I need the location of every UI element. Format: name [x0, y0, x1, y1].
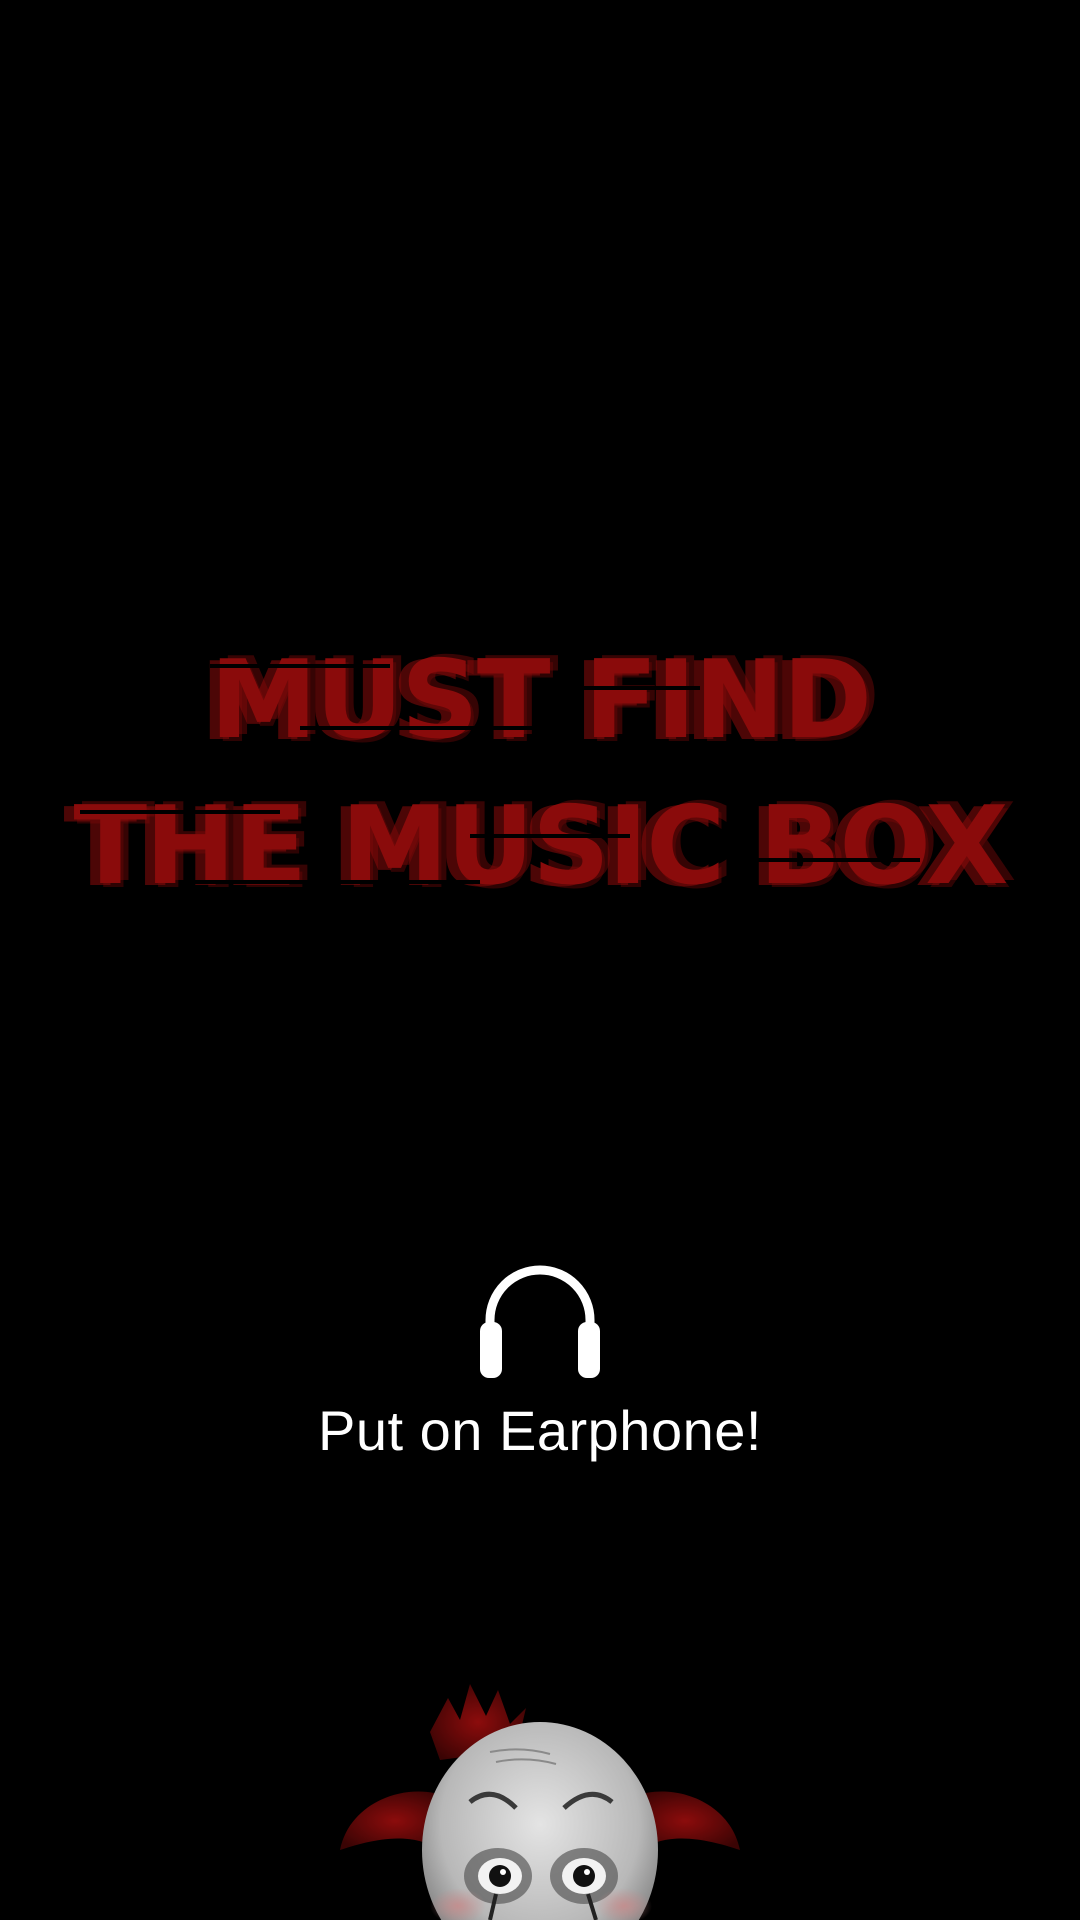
put-on-earphone-hint: Put on Earphone!	[318, 1399, 762, 1462]
game-title: MUST FIND THE MUSIC BOX	[0, 628, 1080, 920]
glitch-line	[560, 686, 700, 690]
headphone-icon	[480, 1265, 600, 1378]
glitch-line	[300, 726, 560, 730]
clown-face-image	[340, 1684, 740, 1920]
glitch-line	[740, 858, 920, 862]
title-line-1-text: MUST FIND	[209, 638, 872, 763]
glitch-line	[210, 664, 390, 668]
title-line-2: THE MUSIC BOX	[0, 774, 1080, 920]
game-screen: MUST FIND THE MUSIC BOX Put on Earphone!	[0, 0, 1080, 1920]
title-line-2-text: THE MUSIC BOX	[73, 784, 1009, 909]
glitch-line	[180, 880, 480, 884]
glitch-line	[80, 810, 280, 814]
title-line-1: MUST FIND	[0, 628, 1080, 774]
glitch-line	[470, 834, 630, 838]
